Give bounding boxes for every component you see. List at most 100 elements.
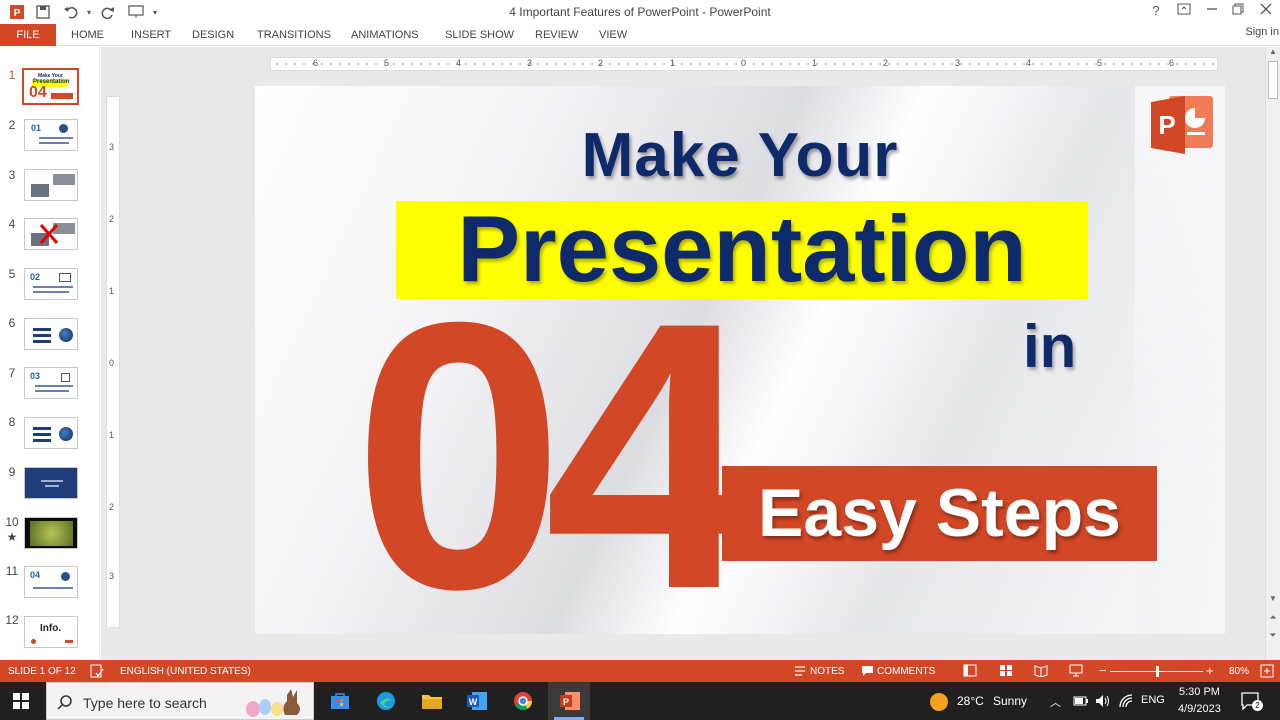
search-placeholder: Type here to search xyxy=(83,695,207,711)
fit-to-window-icon[interactable] xyxy=(1260,664,1274,678)
help-button[interactable]: ? xyxy=(1146,3,1166,21)
thumb-shape xyxy=(33,286,73,288)
thumb-number: 10 xyxy=(5,515,19,529)
slide-title-line-3[interactable]: in xyxy=(1023,312,1076,381)
scroll-down-icon[interactable]: ▼ xyxy=(1267,594,1279,606)
clock-time[interactable]: 5:30 PM xyxy=(1179,686,1220,698)
slide-thumbnail-5[interactable]: 02 xyxy=(24,268,78,300)
show-hidden-icons[interactable]: ︿ xyxy=(1050,694,1061,710)
zoom-level[interactable]: 80% xyxy=(1229,666,1249,677)
ruler-label: 2 xyxy=(883,58,889,68)
tab-insert[interactable]: INSERT xyxy=(131,29,171,41)
thumb-shape xyxy=(59,427,73,441)
thumb-shape xyxy=(51,93,73,99)
slide-thumbnail-7[interactable]: 03 xyxy=(24,367,78,399)
zoom-slider-thumb[interactable] xyxy=(1155,666,1159,677)
scroll-thumb[interactable] xyxy=(1268,61,1278,99)
tab-transitions[interactable]: TRANSITIONS xyxy=(257,29,331,41)
slide-sorter-icon[interactable] xyxy=(999,664,1013,677)
slide-thumbnail-12[interactable]: Info. xyxy=(24,616,78,648)
scroll-up-icon[interactable]: ▲ xyxy=(1267,47,1279,59)
slide-thumbnail-10[interactable] xyxy=(24,517,78,549)
vertical-ruler[interactable]: 3 2 1 0 1 2 3 xyxy=(106,96,120,628)
windows-start-icon[interactable] xyxy=(13,693,29,709)
slide-big-number[interactable]: 04 xyxy=(353,266,756,635)
previous-slide-icon[interactable]: ⏶ xyxy=(1267,612,1279,626)
battery-icon[interactable] xyxy=(1073,696,1089,706)
spell-check-icon[interactable] xyxy=(90,664,104,678)
horizontal-ruler[interactable]: 6 5 4 3 2 1 0 1 2 3 4 5 6 xyxy=(270,57,1218,71)
slide-steps-text[interactable]: Easy Steps xyxy=(722,466,1157,561)
tab-slide-show[interactable]: SLIDE SHOW xyxy=(445,29,514,41)
thumb-text: 04 xyxy=(30,570,41,580)
notes-button[interactable]: NOTES xyxy=(810,666,844,677)
vertical-scrollbar[interactable]: ▲ ▼ ⏶ ⏷ xyxy=(1265,47,1280,660)
sign-in-link[interactable]: Sign in xyxy=(1245,26,1279,38)
slide-title-line-1[interactable]: Make Your xyxy=(255,120,1225,191)
slide-thumbnail-11[interactable]: 04 xyxy=(24,566,78,598)
notes-icon[interactable] xyxy=(794,665,806,677)
thumb-shape xyxy=(53,174,75,185)
thumb-shape xyxy=(33,427,51,430)
restore-icon[interactable] xyxy=(1228,3,1248,21)
slide-thumbnail-3[interactable] xyxy=(24,169,78,201)
word-icon[interactable]: W xyxy=(466,691,488,711)
thumb-text: 01 xyxy=(31,123,42,133)
slide-thumbnail-6[interactable] xyxy=(24,318,78,350)
powerpoint-icon: P xyxy=(560,692,580,710)
ruler-label: 1 xyxy=(109,286,115,296)
thumb-shape xyxy=(31,639,36,644)
slide-canvas[interactable]: P Make Your Presentation in 04 Easy Step… xyxy=(255,86,1225,634)
thumb-shape xyxy=(59,273,71,282)
slide-thumbnail-1[interactable]: Make Your Presentation 04 xyxy=(22,68,79,105)
input-language[interactable]: ENG xyxy=(1141,694,1165,706)
tab-review[interactable]: REVIEW xyxy=(535,29,578,41)
ruler-label: 4 xyxy=(456,58,462,68)
microsoft-store-icon[interactable] xyxy=(330,692,350,710)
ribbon-display-options-icon[interactable] xyxy=(1174,3,1194,21)
weather-description[interactable]: Sunny xyxy=(993,694,1027,708)
slide-show-icon[interactable] xyxy=(1069,664,1083,677)
normal-view-icon[interactable] xyxy=(963,664,977,677)
slide-thumbnail-panel[interactable]: 1 Make Your Presentation 04 2 01 3 4 5 0… xyxy=(0,47,100,660)
thumb-shape xyxy=(59,328,73,342)
wifi-icon[interactable] xyxy=(1118,694,1134,708)
tab-file[interactable]: FILE xyxy=(0,24,56,46)
chrome-icon[interactable] xyxy=(513,691,533,711)
thumb-number: 11 xyxy=(5,564,19,578)
slide-counter[interactable]: SLIDE 1 OF 12 xyxy=(8,666,76,677)
tab-view[interactable]: VIEW xyxy=(599,29,627,41)
thumb-shape xyxy=(33,433,51,436)
window-title: 4 Important Features of PowerPoint - Pow… xyxy=(509,5,771,19)
slide-thumbnail-4[interactable] xyxy=(24,218,78,250)
volume-icon[interactable] xyxy=(1095,694,1111,708)
zoom-in-icon[interactable]: + xyxy=(1206,663,1214,678)
slide-thumbnail-9[interactable] xyxy=(24,467,78,499)
powerpoint-taskbar-button[interactable]: P xyxy=(548,682,590,720)
slide-thumbnail-8[interactable] xyxy=(24,417,78,449)
language-indicator[interactable]: ENGLISH (UNITED STATES) xyxy=(120,666,251,677)
weather-temperature[interactable]: 28°C xyxy=(957,694,984,708)
next-slide-icon[interactable]: ⏷ xyxy=(1267,630,1279,644)
thumb-number: 1 xyxy=(8,68,16,82)
ruler-label: 5 xyxy=(1097,58,1103,68)
thumb-shape xyxy=(39,137,73,139)
taskbar-search-box[interactable]: Type here to search xyxy=(46,682,314,720)
edge-icon[interactable] xyxy=(376,691,396,711)
tab-animations[interactable]: ANIMATIONS xyxy=(351,29,419,41)
thumb-number: 4 xyxy=(8,217,16,231)
close-icon[interactable] xyxy=(1256,3,1276,21)
zoom-out-icon[interactable]: − xyxy=(1099,663,1107,678)
file-explorer-icon[interactable] xyxy=(421,692,443,710)
minimize-icon[interactable] xyxy=(1202,3,1222,21)
tab-home[interactable]: HOME xyxy=(71,29,104,41)
thumb-shape xyxy=(61,572,70,581)
clock-date[interactable]: 4/9/2023 xyxy=(1178,703,1221,715)
comments-icon[interactable] xyxy=(861,665,874,677)
comments-button[interactable]: COMMENTS xyxy=(877,666,935,677)
slide-thumbnail-2[interactable]: 01 xyxy=(24,119,78,151)
reading-view-icon[interactable] xyxy=(1034,664,1048,677)
thumb-shape xyxy=(39,142,69,144)
tab-design[interactable]: DESIGN xyxy=(192,29,234,41)
thumb-number: 2 xyxy=(8,118,16,132)
